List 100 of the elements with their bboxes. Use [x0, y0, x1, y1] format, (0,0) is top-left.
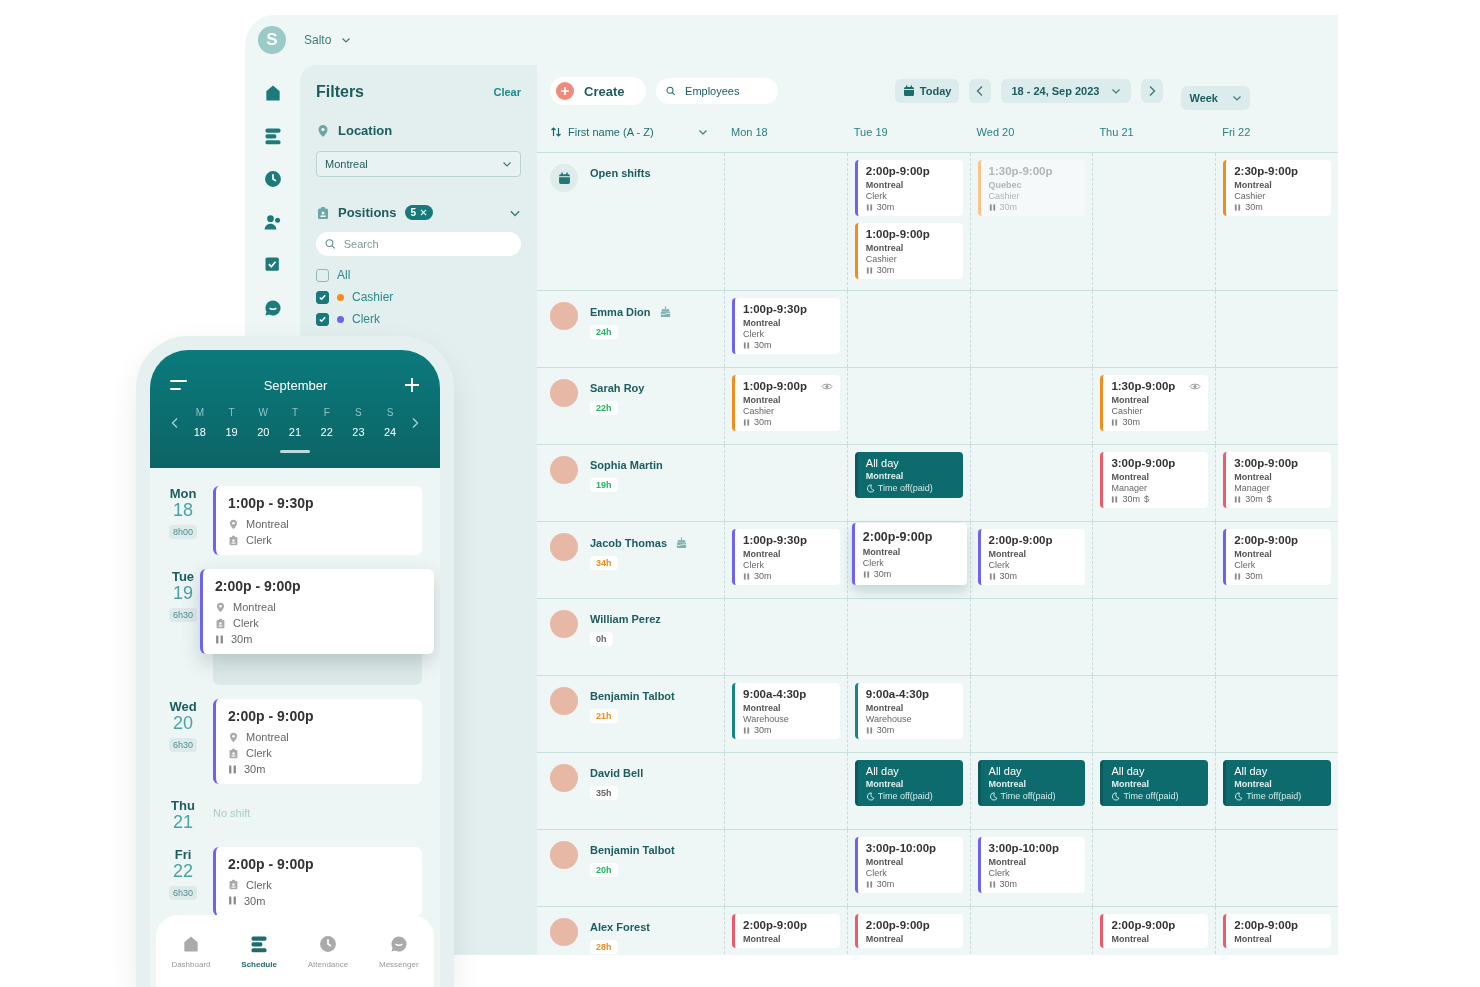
sort-dropdown[interactable]: First name (A - Z) — [537, 126, 724, 138]
shift-card[interactable]: 2:00p-9:00p Montreal Clerk 30m — [1223, 529, 1331, 585]
id-badge-icon — [228, 747, 239, 759]
pause-icon — [862, 570, 870, 578]
shift-card[interactable]: 3:00p-10:00p Montreal Clerk 30m — [977, 837, 1086, 893]
employee-name[interactable]: Benjamin Talbot — [590, 690, 675, 702]
shift-card[interactable]: 2:00p-9:00p Montreal Clerk 30m — [977, 529, 1086, 585]
plus-icon[interactable] — [404, 377, 420, 393]
day-name: Fri — [174, 846, 192, 862]
weekday-letter: T — [290, 407, 300, 418]
employee-name[interactable]: William Perez — [590, 613, 661, 625]
time-off-card[interactable]: All day Montreal Time off(paid) — [1223, 760, 1331, 806]
nav-tab[interactable]: Schedule — [237, 933, 281, 969]
date-number[interactable]: 20 — [247, 426, 280, 438]
employee-search-field[interactable]: Employees — [683, 84, 769, 98]
shift-card[interactable]: 9:00a-4:30p Montreal Warehouse 30m — [732, 683, 840, 739]
date-number[interactable]: 23 — [342, 426, 375, 438]
employee-name[interactable]: Emma Dion — [590, 305, 651, 318]
employee-name[interactable]: Alex Forest — [590, 921, 650, 933]
pause-icon — [228, 764, 237, 774]
workspace-selector[interactable]: Salto — [304, 33, 352, 47]
today-button[interactable]: Today — [894, 79, 960, 103]
employee-name[interactable]: Sarah Roy — [590, 382, 645, 394]
shift-role: Clerk — [865, 191, 887, 201]
pause-icon — [865, 726, 873, 734]
day-number: 20 — [173, 714, 193, 734]
time-off-location: Montreal — [865, 779, 905, 789]
employee-name[interactable]: Sophia Martin — [590, 459, 663, 471]
shift-card[interactable]: 1:00p-9:30p Montreal Clerk 30m — [732, 529, 840, 585]
shift-time: 1:00p-9:30p — [743, 303, 807, 315]
date-range-dropdown[interactable]: 18 - 24, Sep 2023 — [1001, 79, 1132, 103]
search-field[interactable]: Search — [341, 237, 512, 251]
date-number[interactable]: 24 — [374, 426, 406, 438]
next-week-button[interactable] — [410, 416, 420, 429]
previous-week-button[interactable] — [170, 416, 180, 429]
shift-card[interactable]: 2:00p - 9:00p Montreal Clerk 30m — [200, 569, 434, 654]
previous-button[interactable] — [969, 79, 992, 103]
shift-card[interactable]: 1:00p - 9:30p Montreal Clerk — [213, 486, 422, 555]
shift-time: 2:00p-9:00p — [743, 919, 807, 931]
time-off-card[interactable]: All day Montreal Time off(paid) — [854, 760, 963, 806]
date-number[interactable]: 22 — [310, 426, 343, 438]
pause-icon — [1234, 495, 1242, 503]
moon-icon — [988, 791, 998, 801]
location-dropdown[interactable]: Montreal — [316, 151, 521, 177]
shift-card[interactable]: 2:00p-9:00p Montreal — [1100, 914, 1209, 948]
employee-name[interactable]: David Bell — [590, 767, 644, 779]
search-field[interactable]: Search — [316, 232, 521, 256]
clear-link[interactable]: Clear — [493, 86, 521, 98]
break-duration: 30m — [999, 202, 1018, 212]
shift-card[interactable]: 1:30p-9:00p Montreal Cashier 30m — [1100, 375, 1209, 431]
checkbox[interactable] — [316, 312, 329, 326]
view-dropdown[interactable]: Week — [1181, 86, 1250, 110]
shift-location: Montreal — [743, 703, 781, 713]
shift-card[interactable]: 2:30p-9:00p Montreal Cashier 30m — [1223, 160, 1331, 216]
eye-icon — [1189, 382, 1202, 391]
employee-search-field[interactable]: Employees — [656, 78, 779, 104]
time-off-card[interactable]: All day Montreal Time off(paid) — [854, 452, 963, 498]
menu-icon[interactable] — [170, 379, 187, 391]
employee-name[interactable]: Benjamin Talbot — [590, 844, 675, 856]
checkbox[interactable] — [316, 268, 329, 282]
shift-time: 2:00p-9:00p — [865, 919, 930, 931]
day-name: Thu — [171, 798, 195, 813]
shift-card[interactable]: 3:00p-10:00p Montreal Clerk 30m — [854, 837, 963, 893]
shift-card[interactable]: 2:00p-9:00p Montreal — [1223, 914, 1331, 948]
shift-time: 1:00p-9:00p — [865, 228, 930, 240]
date-number[interactable]: 21 — [279, 426, 311, 438]
create-button[interactable]: Create — [550, 77, 647, 105]
hours-badge: 0h — [590, 632, 613, 646]
people-icon[interactable] — [262, 212, 283, 232]
time-off-card[interactable]: All day Montreal Time off(paid) — [977, 760, 1086, 806]
shift-card[interactable]: 3:00p-9:00p Montreal Manager 30m $ — [1100, 452, 1209, 508]
checkbox[interactable] — [316, 290, 329, 304]
shift-card[interactable]: 9:00a-4:30p Montreal Warehouse 30m — [854, 683, 963, 739]
shift-card[interactable]: 2:00p-9:00p Montreal Clerk 30m — [851, 523, 967, 585]
date-number[interactable]: 19 — [215, 426, 248, 438]
shift-card[interactable]: 3:00p-9:00p Montreal Manager 30m $ — [1223, 452, 1331, 508]
avatar — [550, 918, 578, 946]
clock-icon[interactable] — [262, 169, 283, 189]
shift-card[interactable]: 2:00p-9:00p Montreal — [732, 914, 840, 948]
chevron-down-icon — [1111, 86, 1122, 96]
shift-role: Clerk — [246, 878, 272, 891]
shift-card[interactable]: 2:00p-9:00p Montreal — [854, 914, 963, 948]
pause-icon — [743, 341, 750, 349]
shift-role: Manager — [1111, 483, 1147, 493]
shift-card[interactable]: 2:00p-9:00p Montreal Clerk 30m — [854, 160, 963, 216]
close-icon[interactable] — [420, 209, 428, 216]
next-button[interactable] — [1141, 79, 1164, 103]
shift-card[interactable]: 2:00p - 9:00p Montreal Clerk 30m — [213, 699, 422, 784]
chat-icon[interactable] — [262, 298, 283, 318]
shift-time: 1:30p-9:00p — [988, 165, 1053, 177]
shift-location: Quebec — [988, 180, 1022, 190]
time-off-card[interactable]: All day Montreal Time off(paid) — [1100, 760, 1209, 806]
shift-card[interactable]: 1:00p-9:00p Montreal Cashier 30m — [732, 375, 840, 431]
shift-card[interactable]: 1:00p-9:00p Montreal Cashier 30m — [854, 223, 963, 279]
shift-card[interactable]: 2:00p - 9:00p Clerk 30m — [213, 846, 422, 916]
break-duration: 30m — [999, 571, 1018, 581]
date-number[interactable]: 18 — [184, 426, 216, 438]
employee-name[interactable]: Jacob Thomas — [590, 536, 668, 549]
shift-card[interactable]: 1:00p-9:30p Montreal Clerk 30m — [732, 298, 840, 354]
break-duration: 30m — [754, 725, 772, 735]
